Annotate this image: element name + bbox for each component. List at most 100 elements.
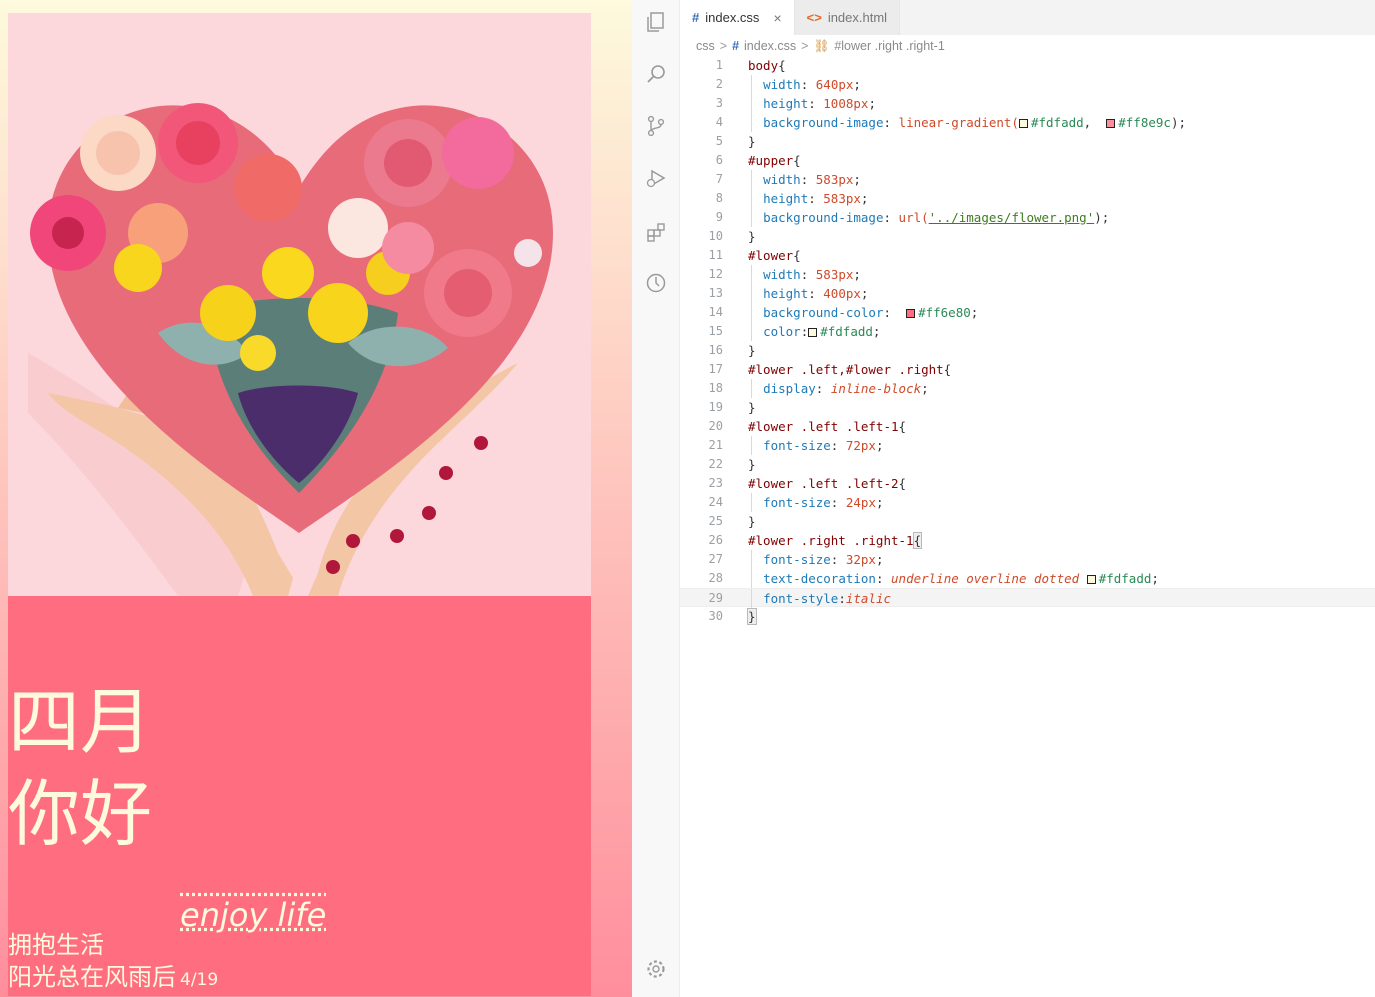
colon: : <box>800 172 816 187</box>
color-swatch[interactable] <box>1086 575 1096 584</box>
code-line: 5} <box>680 132 1375 151</box>
line-number: 12 <box>708 267 723 281</box>
matched-brace: } <box>747 608 757 625</box>
property: display <box>763 381 816 396</box>
value: 400px <box>823 286 861 301</box>
code-area[interactable]: 1 body{ 2 width: 640px; 3 height: 1008px;… <box>680 56 1375 626</box>
semicolon: ; <box>875 495 884 510</box>
brace: } <box>748 134 756 149</box>
timeline-icon[interactable] <box>644 271 668 295</box>
settings-gear-icon[interactable] <box>644 957 668 981</box>
code-line: 11 #lower{ <box>680 246 1375 265</box>
color-swatch[interactable] <box>1018 119 1028 128</box>
code-line: 4 background-image: linear-gradient(#fdf… <box>680 113 1375 132</box>
property: font-size <box>763 438 831 453</box>
colon: : <box>875 571 892 586</box>
code-line: 23 #lower .left .left-2{ <box>680 474 1375 493</box>
source-control-icon[interactable] <box>644 114 668 138</box>
line-number: 19 <box>708 400 723 414</box>
line-number: 9 <box>715 210 723 224</box>
breadcrumb-file[interactable]: index.css <box>744 39 796 53</box>
property: background-image <box>763 210 884 225</box>
semicolon: ; <box>853 77 861 92</box>
value: underline overline dotted <box>891 571 1080 586</box>
brace: } <box>748 514 756 529</box>
code-line: 28 text-decoration: underline overline d… <box>680 569 1375 588</box>
paren: ) <box>1094 210 1102 225</box>
close-icon[interactable]: × <box>773 10 781 26</box>
colon: : <box>808 191 824 206</box>
tab-index-html[interactable]: <> index.html <box>794 0 901 35</box>
semicolon: ; <box>860 191 869 206</box>
colon: : <box>800 267 816 282</box>
browser-preview: 四月 你好 enjoy life 拥抱生活 阳光总在风雨后 4/19 <box>0 0 632 997</box>
code-line: 18 display: inline-block; <box>680 379 1375 398</box>
tab-index-css[interactable]: # index.css × <box>680 0 795 35</box>
color-swatch[interactable] <box>906 309 916 318</box>
value: 72px <box>845 438 876 453</box>
brace: } <box>748 229 756 244</box>
slogan-line-2: 阳光总在风雨后 <box>8 963 176 991</box>
heading-line-2: 你好 <box>8 772 153 856</box>
search-icon[interactable] <box>644 62 668 86</box>
brace: { <box>898 476 907 491</box>
breadcrumb-folder[interactable]: css <box>696 39 715 53</box>
brace: { <box>793 248 801 263</box>
colon: : <box>883 210 899 225</box>
code-line: 12 width: 583px; <box>680 265 1375 284</box>
explorer-icon[interactable] <box>644 10 668 34</box>
code-line: 17 #lower .left,#lower .right{ <box>680 360 1375 379</box>
colon: : <box>830 495 846 510</box>
line-number: 11 <box>708 248 723 262</box>
code-line: 27 font-size: 32px; <box>680 550 1375 569</box>
code-line: 20 #lower .left .left-1{ <box>680 417 1375 436</box>
color-swatch[interactable] <box>808 328 818 337</box>
property: font-size <box>763 495 831 510</box>
semicolon: ; <box>1178 115 1186 130</box>
value: url( <box>898 210 929 225</box>
selector-symbol-icon: ⛓ <box>813 38 830 53</box>
line-number: 15 <box>708 324 723 338</box>
line-number: 18 <box>708 381 723 395</box>
semicolon: ; <box>970 305 979 320</box>
brace: { <box>778 58 786 73</box>
code-line: 21 font-size: 72px; <box>680 436 1375 455</box>
line-number: 23 <box>708 476 723 490</box>
url-string[interactable]: '../images/flower.png' <box>929 210 1095 225</box>
brace: { <box>943 362 952 377</box>
breadcrumb-symbol[interactable]: #lower .right .right-1 <box>834 39 944 53</box>
property: height <box>763 96 809 111</box>
line-number: 25 <box>708 514 723 528</box>
editor-tabs: # index.css × <> index.html <box>680 0 1375 35</box>
code-line: 19} <box>680 398 1375 417</box>
heart-bouquet-illustration <box>8 13 591 596</box>
extensions-icon[interactable] <box>644 220 668 244</box>
line-number: 22 <box>708 457 723 471</box>
selector: #upper <box>748 153 794 168</box>
brace: } <box>748 400 756 415</box>
line-number: 27 <box>708 552 723 566</box>
line-number: 20 <box>708 419 723 433</box>
colon: : <box>800 77 816 92</box>
colon: : <box>883 305 899 320</box>
chevron-right-icon: > <box>801 39 809 53</box>
line-number: 3 <box>715 96 723 110</box>
line-number: 6 <box>715 153 723 167</box>
colon: : <box>808 96 824 111</box>
css-file-icon: # <box>732 39 740 53</box>
semicolon: ; <box>853 172 861 187</box>
value: 640px <box>815 77 854 92</box>
line-number: 16 <box>708 343 723 357</box>
property: width <box>763 267 801 282</box>
flower-image <box>8 13 591 596</box>
activity-bar <box>632 0 680 997</box>
run-debug-icon[interactable] <box>644 166 668 190</box>
property: text-decoration <box>763 571 876 586</box>
line-number: 17 <box>708 362 723 376</box>
line-number: 10 <box>708 229 723 243</box>
semicolon: ; <box>1101 210 1110 225</box>
color-swatch[interactable] <box>1106 119 1116 128</box>
property: font-size <box>763 552 831 567</box>
colon: : <box>815 381 831 396</box>
code-line: 10} <box>680 227 1375 246</box>
